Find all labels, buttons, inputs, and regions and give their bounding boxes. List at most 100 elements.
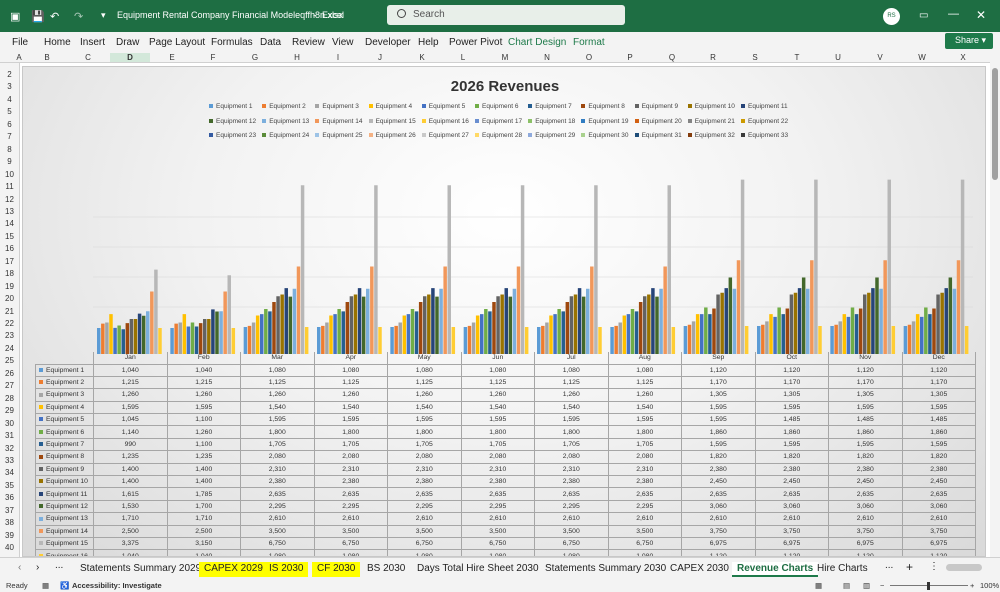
bar-equipment-15-aug[interactable] [667, 185, 671, 354]
column-header[interactable]: L [443, 53, 483, 62]
bar-equipment-16-aug[interactable] [671, 327, 676, 354]
column-header[interactable]: T [777, 53, 817, 62]
row-header[interactable]: 20 [0, 294, 19, 303]
legend-entry[interactable]: Equipment 20 [634, 118, 682, 128]
legend-entry[interactable]: Equipment 11 [741, 103, 788, 113]
bar-equipment-2-may[interactable] [394, 325, 398, 354]
bar-equipment-11-nov[interactable] [871, 288, 875, 354]
row-header[interactable]: 27 [0, 381, 19, 390]
menu-developer[interactable]: Developer [365, 37, 411, 48]
menu-insert[interactable]: Insert [80, 37, 105, 48]
menu-chart-design[interactable]: Chart Design [508, 37, 566, 48]
column-header[interactable]: K [402, 53, 442, 62]
legend-entry[interactable]: Equipment 17 [475, 118, 522, 128]
bar-equipment-16-nov[interactable] [891, 326, 896, 354]
bar-equipment-5-jul[interactable] [553, 314, 557, 354]
legend-entry[interactable]: Equipment 10 [687, 103, 735, 113]
column-header[interactable]: X [943, 53, 983, 62]
bar-equipment-16-jun[interactable] [524, 327, 529, 354]
bar-equipment-1-mar[interactable] [243, 327, 248, 354]
zoom-level[interactable]: 100% [980, 581, 999, 590]
bar-equipment-7-jul[interactable] [561, 311, 565, 354]
legend-entry[interactable]: Equipment 27 [421, 132, 469, 142]
menu-file[interactable]: File [12, 37, 28, 48]
bar-equipment-1-oct[interactable] [757, 326, 761, 354]
bar-equipment-11-dec[interactable] [944, 288, 948, 354]
bar-equipment-1-nov[interactable] [830, 326, 834, 354]
bar-equipment-4-sep[interactable] [695, 314, 700, 354]
bar-equipment-7-dec[interactable] [928, 314, 932, 354]
bar-equipment-14-jul[interactable] [590, 266, 594, 355]
bar-equipment-6-jan[interactable] [117, 325, 121, 355]
zoom-out-icon[interactable]: − [880, 581, 884, 590]
bar-equipment-4-jan[interactable] [109, 314, 113, 354]
bar-equipment-11-feb[interactable] [211, 309, 215, 354]
bar-equipment-10-mar[interactable] [280, 294, 284, 355]
row-header[interactable]: 18 [0, 269, 19, 278]
legend-entry[interactable]: Equipment 24 [262, 132, 309, 142]
bar-equipment-8-jan[interactable] [125, 323, 130, 354]
bar-equipment-8-apr[interactable] [345, 302, 350, 354]
bar-equipment-8-may[interactable] [418, 302, 423, 354]
row-header[interactable]: 22 [0, 319, 19, 328]
bar-equipment-6-oct[interactable] [777, 307, 781, 355]
sheet-tab-revenue-charts[interactable]: Revenue Charts [732, 562, 819, 577]
bar-equipment-4-mar[interactable] [255, 315, 260, 355]
bar-equipment-15-oct[interactable] [814, 179, 818, 354]
row-header[interactable]: 35 [0, 481, 19, 490]
bar-equipment-6-sep[interactable] [704, 307, 708, 355]
bar-equipment-4-oct[interactable] [769, 314, 773, 354]
bar-equipment-15-dec[interactable] [960, 179, 965, 354]
more-sheets-left[interactable]: ... [55, 560, 63, 571]
bar-equipment-2-nov[interactable] [834, 324, 838, 354]
bar-equipment-5-apr[interactable] [333, 314, 337, 354]
row-header[interactable]: 9 [0, 157, 19, 166]
bar-equipment-16-sep[interactable] [744, 326, 749, 354]
row-header[interactable]: 36 [0, 493, 19, 502]
bar-equipment-13-feb[interactable] [219, 311, 223, 354]
page-break-view-icon[interactable]: ▥ [863, 581, 870, 590]
bar-equipment-1-feb[interactable] [170, 328, 174, 354]
bar-equipment-7-may[interactable] [414, 311, 419, 354]
page-layout-view-icon[interactable]: ▤ [843, 581, 850, 590]
bar-equipment-11-oct[interactable] [797, 288, 802, 354]
bar-equipment-5-jan[interactable] [113, 327, 117, 354]
bar-equipment-8-jul[interactable] [565, 302, 570, 354]
bar-equipment-4-jul[interactable] [549, 315, 553, 355]
row-header[interactable]: 4 [0, 95, 19, 104]
bar-equipment-12-jun[interactable] [508, 296, 513, 354]
bar-equipment-5-aug[interactable] [626, 314, 631, 354]
bar-equipment-3-jan[interactable] [105, 322, 109, 355]
column-header[interactable]: P [610, 53, 650, 62]
bar-equipment-14-nov[interactable] [883, 260, 887, 354]
legend-entry[interactable]: Equipment 6 [475, 103, 519, 113]
bar-equipment-7-mar[interactable] [268, 311, 272, 354]
bar-equipment-3-oct[interactable] [765, 321, 769, 354]
bar-equipment-9-apr[interactable] [349, 296, 354, 354]
row-header[interactable]: 6 [0, 120, 19, 129]
bar-equipment-2-apr[interactable] [321, 325, 325, 354]
bar-equipment-2-jan[interactable] [101, 323, 105, 354]
bar-equipment-10-aug[interactable] [647, 294, 651, 355]
bar-equipment-12-jan[interactable] [141, 315, 146, 354]
legend-entry[interactable]: Equipment 23 [209, 132, 256, 142]
bar-equipment-5-dec[interactable] [920, 316, 924, 354]
row-header[interactable]: 38 [0, 518, 19, 527]
column-header[interactable]: B [27, 53, 67, 62]
bar-equipment-10-oct[interactable] [793, 292, 798, 354]
macro-record-icon[interactable]: ▦ [42, 581, 49, 590]
normal-view-icon[interactable]: ▦ [815, 581, 822, 590]
bar-equipment-14-jun[interactable] [516, 266, 521, 355]
bar-equipment-2-dec[interactable] [907, 324, 912, 354]
legend-entry[interactable]: Equipment 4 [368, 103, 412, 113]
column-header[interactable]: E [152, 53, 192, 62]
legend-entry[interactable]: Equipment 13 [262, 118, 309, 128]
column-header[interactable]: S [735, 53, 775, 62]
column-header[interactable]: I [318, 53, 358, 62]
menu-formulas[interactable]: Formulas [211, 37, 253, 48]
column-header[interactable]: N [527, 53, 567, 62]
column-header[interactable]: W [902, 53, 942, 62]
bar-equipment-12-mar[interactable] [288, 296, 293, 354]
column-header[interactable]: M [485, 53, 525, 62]
bar-equipment-4-feb[interactable] [182, 314, 187, 354]
